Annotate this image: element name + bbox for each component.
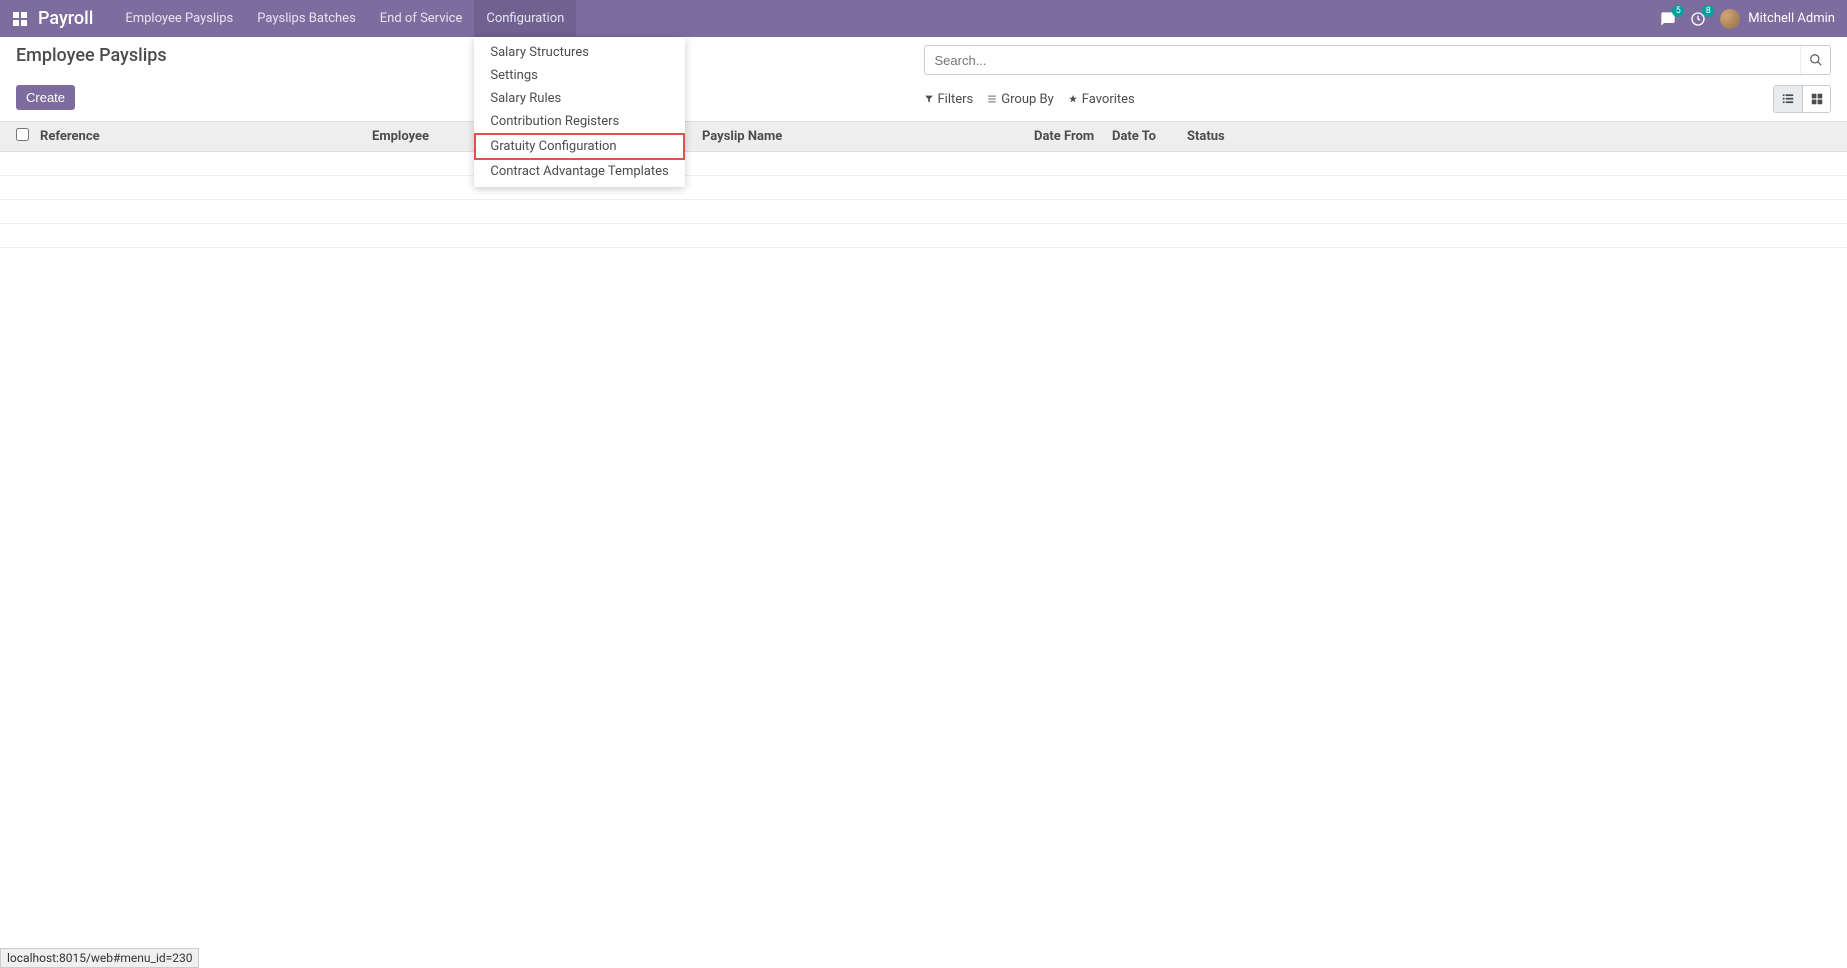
browser-statusbar: localhost:8015/web#menu_id=230 bbox=[0, 948, 199, 968]
dropdown-contract-advantage-templates[interactable]: Contract Advantage Templates bbox=[474, 160, 684, 183]
page-title: Employee Payslips bbox=[16, 45, 924, 66]
dropdown-salary-structures[interactable]: Salary Structures bbox=[474, 41, 684, 64]
menu-end-of-service[interactable]: End of Service bbox=[368, 0, 475, 37]
cp-left: Employee Payslips bbox=[16, 45, 924, 85]
configuration-dropdown: Salary Structures Settings Salary Rules … bbox=[474, 37, 684, 187]
groupby-button[interactable]: Group By bbox=[987, 92, 1054, 107]
filters-label: Filters bbox=[938, 92, 974, 107]
dropdown-salary-rules[interactable]: Salary Rules bbox=[474, 87, 684, 110]
apps-icon[interactable] bbox=[12, 11, 28, 27]
topbar-right: 5 8 Mitchell Admin bbox=[1660, 9, 1835, 29]
activities-icon[interactable]: 8 bbox=[1690, 11, 1706, 27]
favorites-label: Favorites bbox=[1082, 92, 1135, 107]
avatar bbox=[1720, 9, 1740, 29]
table-body bbox=[0, 152, 1847, 248]
groupby-label: Group By bbox=[1001, 92, 1054, 107]
filters-button[interactable]: Filters bbox=[924, 92, 974, 107]
control-panel: Employee Payslips Create Filters Group B… bbox=[0, 37, 1847, 121]
dropdown-gratuity-configuration[interactable]: Gratuity Configuration bbox=[474, 133, 684, 160]
table-row[interactable] bbox=[0, 200, 1847, 224]
table-header-row: Reference Employee Payslip Name Date Fro… bbox=[0, 121, 1847, 152]
search-input[interactable] bbox=[925, 53, 1801, 68]
cp-right bbox=[924, 45, 1832, 85]
menu-label: Payslips Batches bbox=[257, 11, 356, 26]
table-row[interactable] bbox=[0, 176, 1847, 200]
cp-bottom-right: Filters Group By Favorites bbox=[924, 85, 1832, 113]
table-row[interactable] bbox=[0, 152, 1847, 176]
menu-employee-payslips[interactable]: Employee Payslips bbox=[113, 0, 245, 37]
menu-payslips-batches[interactable]: Payslips Batches bbox=[245, 0, 368, 37]
cp-bottom: Create Filters Group By Favorites bbox=[16, 85, 1831, 121]
search-button[interactable] bbox=[1800, 46, 1830, 74]
menu-label: End of Service bbox=[380, 11, 463, 26]
col-reference[interactable]: Reference bbox=[40, 129, 372, 144]
menu-configuration[interactable]: Configuration Salary Structures Settings… bbox=[474, 0, 576, 37]
search-options: Filters Group By Favorites bbox=[924, 92, 1135, 107]
username: Mitchell Admin bbox=[1748, 11, 1835, 26]
create-button[interactable]: Create bbox=[16, 85, 75, 110]
menu-label: Employee Payslips bbox=[125, 11, 233, 26]
menu-label: Configuration bbox=[486, 11, 564, 26]
col-payslip[interactable]: Payslip Name bbox=[702, 129, 1034, 144]
dropdown-contribution-registers[interactable]: Contribution Registers bbox=[474, 110, 684, 133]
activities-badge: 8 bbox=[1702, 5, 1714, 17]
col-checkbox bbox=[16, 128, 40, 145]
favorites-button[interactable]: Favorites bbox=[1068, 92, 1135, 107]
select-all-checkbox[interactable] bbox=[16, 128, 29, 141]
main-menu: Employee Payslips Payslips Batches End o… bbox=[113, 0, 576, 37]
cp-bottom-left: Create bbox=[16, 85, 924, 110]
list-view-button[interactable] bbox=[1774, 86, 1802, 112]
col-datefrom[interactable]: Date From bbox=[1034, 129, 1112, 144]
dropdown-settings[interactable]: Settings bbox=[474, 64, 684, 87]
table-row[interactable] bbox=[0, 224, 1847, 248]
messages-icon[interactable]: 5 bbox=[1660, 11, 1676, 27]
kanban-view-button[interactable] bbox=[1802, 86, 1830, 112]
col-dateto[interactable]: Date To bbox=[1112, 129, 1187, 144]
view-switcher bbox=[1773, 85, 1831, 113]
col-status[interactable]: Status bbox=[1187, 129, 1831, 144]
messages-badge: 5 bbox=[1672, 5, 1684, 17]
user-menu[interactable]: Mitchell Admin bbox=[1720, 9, 1835, 29]
top-navbar: Payroll Employee Payslips Payslips Batch… bbox=[0, 0, 1847, 37]
search-wrap bbox=[924, 45, 1832, 75]
app-brand[interactable]: Payroll bbox=[38, 8, 93, 29]
